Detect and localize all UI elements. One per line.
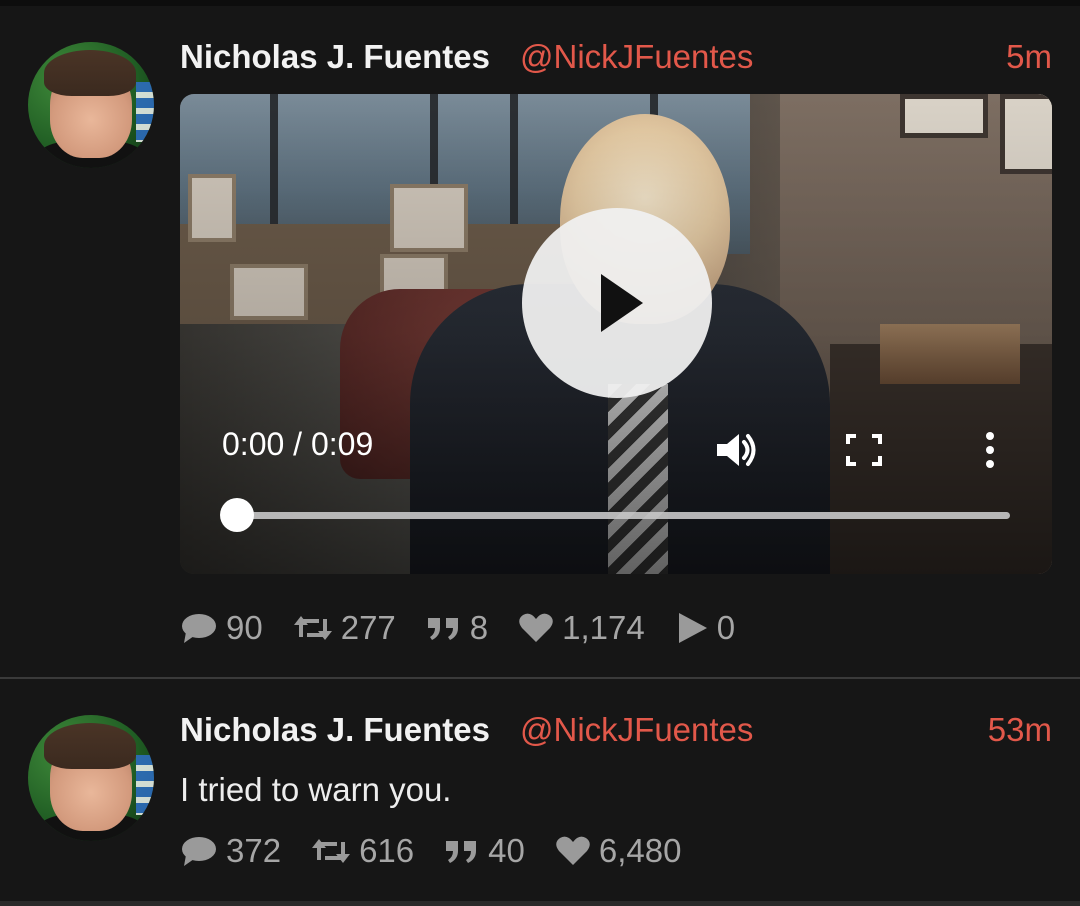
quote-icon [427,618,458,640]
comment-icon [182,614,216,643]
video-progress-knob[interactable] [220,498,254,532]
play-icon [601,274,643,332]
heart-icon [519,613,553,642]
comment-icon [182,837,216,866]
like-count: 6,480 [598,832,682,869]
fullscreen-icon[interactable] [844,432,884,468]
tweet[interactable]: Nicholas J. Fuentes @NickJFuentes 5m 0:0… [0,6,1080,676]
bottom-edge [0,901,1080,906]
retweet-stat[interactable]: 277 [293,609,396,647]
tweet-time[interactable]: 53m [988,711,1052,749]
tweet-header: Nicholas J. Fuentes @NickJFuentes 53m [180,711,1052,755]
quote-stat[interactable]: 8 [426,609,488,647]
reply-stat[interactable]: 90 [180,609,263,647]
play-stat[interactable]: 0 [675,609,735,647]
retweet-icon [293,616,332,640]
reply-count: 372 [226,832,282,869]
video-progress-track[interactable] [238,512,1010,519]
volume-icon[interactable] [715,430,759,470]
reply-stat[interactable]: 372 [180,832,281,870]
tweet-stats: 90 277 8 1,174 0 [180,608,765,648]
avatar[interactable] [28,715,154,841]
video-player[interactable]: 0:00 / 0:09 [180,94,1052,574]
play-count: 0 [716,609,736,646]
retweet-count: 277 [340,609,396,646]
reply-count: 90 [226,609,263,646]
like-stat[interactable]: 6,480 [555,832,682,870]
video-controls: 0:00 / 0:09 [180,416,1052,536]
tweet-header: Nicholas J. Fuentes @NickJFuentes 5m [180,38,1052,82]
author-name[interactable]: Nicholas J. Fuentes [180,38,490,76]
retweet-stat[interactable]: 616 [311,832,414,870]
tweet-stats: 372 616 40 6,480 [180,831,711,871]
retweet-icon [312,839,351,863]
quote-stat[interactable]: 40 [444,832,525,870]
retweet-count: 616 [359,832,415,869]
tweet-time[interactable]: 5m [1006,38,1052,76]
tweet[interactable]: Nicholas J. Fuentes @NickJFuentes 53m I … [0,679,1080,901]
author-handle[interactable]: @NickJFuentes [520,38,753,76]
more-vert-icon[interactable] [970,430,1010,470]
author-name[interactable]: Nicholas J. Fuentes [180,711,490,749]
video-time: 0:00 / 0:09 [222,426,374,462]
like-count: 1,174 [562,609,645,646]
quote-icon [446,841,477,863]
avatar[interactable] [28,42,154,168]
quote-count: 40 [488,832,525,869]
quote-count: 8 [469,609,489,646]
heart-icon [556,836,590,865]
tweet-text: I tried to warn you. [180,771,452,808]
like-stat[interactable]: 1,174 [518,609,645,647]
play-icon [678,613,707,643]
author-handle[interactable]: @NickJFuentes [520,711,753,749]
play-button[interactable] [522,208,712,398]
